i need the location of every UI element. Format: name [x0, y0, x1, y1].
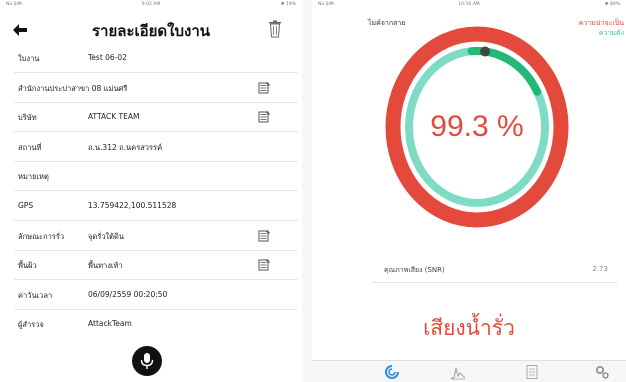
detail-row: GPS 13.759422,100.511528 [0, 196, 302, 216]
row-label: ค่าวันเวลา [18, 291, 53, 300]
detail-row: พื้นผิว พื้นทางเท้า [0, 255, 302, 275]
detail-row: สำนักงานประปาสาขา 08 แม่นศรี [0, 78, 302, 98]
status-bar: No SIM 10:16 AM ✱ 89% [312, 0, 626, 10]
battery-text: ✱ 19% [280, 2, 296, 7]
detail-row: ผู้สำรวจ AttackTeam [0, 314, 302, 334]
row-value: จุดรั่วใต้ดิน [88, 232, 125, 241]
clock-text: 9:02 AM [141, 2, 161, 7]
legend-loudness: ความดัง [598, 29, 624, 37]
detail-row: ใบงาน Test 06-02 [0, 48, 302, 68]
detail-row: ค่าวันเวลา 06/09/2559 00:20:50 [0, 285, 302, 305]
row-label: หมายเหตุ [18, 172, 49, 181]
edit-note-icon[interactable] [258, 258, 271, 271]
row-label: สำนักงานประปาสาขา 08 แม่นศรี [18, 84, 128, 93]
row-value: 13.759422,100.511528 [88, 201, 177, 210]
result-text: เสียงน้ำรั่ว [423, 316, 515, 340]
gauge-tab-icon[interactable] [384, 364, 400, 380]
microphone-icon [140, 353, 154, 369]
page-title: รายละเอียดใบงาน [91, 22, 211, 40]
row-label: GPS [18, 201, 34, 210]
row-divider [14, 72, 298, 73]
snr-row: คุณภาพเสียง (SNR) 2.73 [312, 262, 626, 278]
snr-label: คุณภาพเสียง (SNR) [384, 266, 445, 274]
battery-text: ✱ 89% [604, 2, 620, 7]
edit-note-icon[interactable] [258, 81, 271, 94]
split-divider [302, 0, 312, 382]
detail-row: หมายเหตุ [0, 166, 302, 186]
edit-note-icon[interactable] [258, 229, 271, 242]
trash-icon[interactable] [268, 20, 282, 38]
job-detail-screen: No SIM 9:02 AM ✱ 19% รายละเอียดใบงาน ใบง… [0, 0, 302, 382]
detail-row: ลักษณะการรั่ว จุดรั่วใต้ดิน [0, 226, 302, 246]
row-value: 06/09/2559 00:20:50 [88, 290, 168, 299]
edit-note-icon[interactable] [258, 110, 271, 123]
row-divider [14, 220, 298, 221]
row-label: สถานที่ [18, 143, 42, 152]
loudness-knob[interactable] [480, 46, 491, 57]
row-value: ATTACK TEAM [88, 112, 140, 121]
leak-analysis-screen: No SIM 10:16 AM ✱ 89% ไมค์จากสาย ความน่า… [312, 0, 626, 382]
detail-row: สถานที่ ถ.น.312 ถ.นครสวรรค์ [0, 137, 302, 157]
clock-text: 10:16 AM [458, 2, 480, 7]
tab-bar [312, 360, 626, 382]
divider [372, 282, 618, 283]
row-label: ผู้สำรวจ [18, 320, 44, 329]
row-divider [14, 279, 298, 280]
row-divider [14, 102, 298, 103]
document-tab-icon[interactable] [524, 364, 540, 380]
row-divider [14, 309, 298, 310]
microphone-button[interactable] [132, 346, 162, 376]
nav-header: รายละเอียดใบงาน [0, 14, 302, 44]
row-divider [14, 161, 298, 162]
detail-row: บริษัท ATTACK TEAM [0, 107, 302, 127]
row-divider [14, 131, 298, 132]
settings-gear-icon[interactable] [594, 364, 610, 380]
row-label: บริษัท [18, 113, 37, 122]
row-label: ลักษณะการรั่ว [18, 232, 65, 241]
row-value: ถ.น.312 ถ.นครสวรรค์ [88, 143, 163, 152]
row-label: พื้นผิว [18, 261, 37, 270]
row-value: AttackTeam [88, 319, 132, 328]
row-value: Test 06-02 [88, 53, 127, 62]
row-divider [14, 190, 298, 191]
chart-tab-icon[interactable] [450, 364, 466, 380]
row-value: พื้นทางเท้า [88, 261, 123, 270]
status-bar: No SIM 9:02 AM ✱ 19% [0, 0, 302, 10]
probability-percent: 99.3 % [430, 110, 524, 143]
snr-value: 2.73 [592, 265, 608, 273]
row-divider [14, 250, 298, 251]
row-label: ใบงาน [18, 54, 40, 63]
